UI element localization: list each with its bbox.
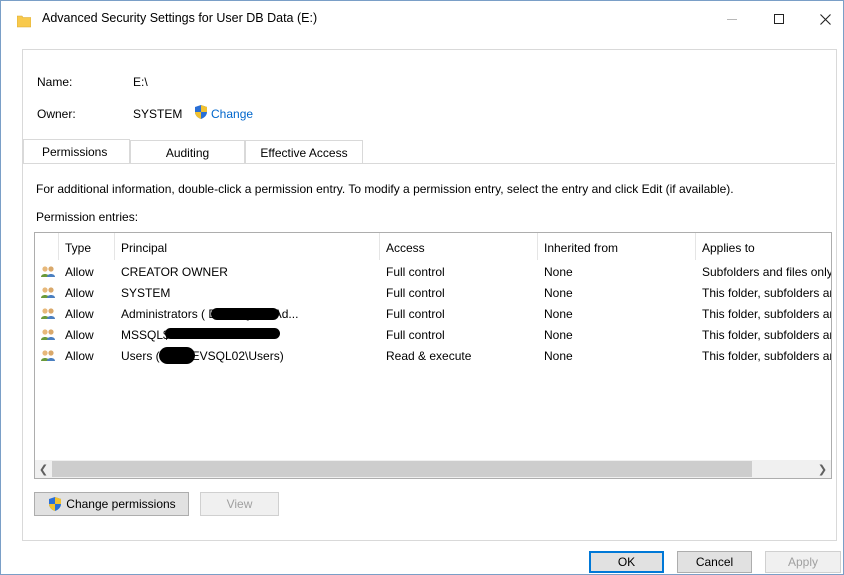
- owner-value: SYSTEM: [133, 107, 183, 121]
- column-header-applies-to[interactable]: Applies to: [696, 233, 831, 260]
- redaction-mark: [159, 347, 195, 364]
- apply-button[interactable]: Apply: [765, 551, 841, 573]
- cell-inherited-from: None: [544, 286, 573, 300]
- window-title: Advanced Security Settings for User DB D…: [42, 11, 318, 25]
- uac-shield-icon: [195, 105, 207, 119]
- table-row[interactable]: Allow SYSTEM Full control None This fold…: [35, 283, 831, 304]
- cell-access: Full control: [386, 265, 445, 279]
- cell-inherited-from: None: [544, 265, 573, 279]
- folder-icon: [17, 15, 31, 28]
- horizontal-scrollbar[interactable]: ❮ ❯: [35, 460, 831, 478]
- table-row[interactable]: Allow CREATOR OWNER Full control None Su…: [35, 262, 831, 283]
- close-button[interactable]: [802, 1, 844, 37]
- user-group-icon: [41, 350, 55, 361]
- cell-inherited-from: None: [544, 307, 573, 321]
- table-row[interactable]: Allow MSSQL$ Full control None This fold…: [35, 325, 831, 346]
- user-group-icon: [41, 266, 55, 277]
- cell-applies-to: This folder, subfolders and files: [702, 286, 831, 300]
- tab-effective-access[interactable]: Effective Access: [245, 140, 363, 163]
- redaction-mark: [211, 308, 279, 320]
- minimize-icon: [727, 18, 737, 20]
- minimize-button[interactable]: [709, 1, 755, 37]
- cell-applies-to: This folder, subfolders and files: [702, 328, 831, 342]
- column-header-inherited-from[interactable]: Inherited from: [538, 233, 696, 260]
- cell-type: Allow: [65, 328, 94, 342]
- table-row[interactable]: Allow Administrators ( DEVSQL02\Ad... Fu…: [35, 304, 831, 325]
- cell-access: Full control: [386, 328, 445, 342]
- permission-entries-label: Permission entries:: [36, 210, 139, 224]
- cell-type: Allow: [65, 265, 94, 279]
- cell-type: Allow: [65, 307, 94, 321]
- column-header-principal[interactable]: Principal: [115, 233, 380, 260]
- change-permissions-button[interactable]: Change permissions: [34, 492, 189, 516]
- column-header-type[interactable]: Type: [59, 233, 115, 260]
- name-value: E:\: [133, 75, 148, 89]
- maximize-button[interactable]: [756, 1, 802, 37]
- view-button[interactable]: View: [200, 492, 279, 516]
- column-header-icon[interactable]: [35, 233, 59, 260]
- column-header-access[interactable]: Access: [380, 233, 538, 260]
- scroll-right-icon[interactable]: ❯: [814, 460, 831, 478]
- cell-type: Allow: [65, 349, 94, 363]
- advanced-security-window: Advanced Security Settings for User DB D…: [0, 0, 844, 575]
- cell-access: Full control: [386, 286, 445, 300]
- user-group-icon: [41, 287, 55, 298]
- permission-entries-list[interactable]: Type Principal Access Inherited from App…: [34, 232, 832, 479]
- tab-auditing[interactable]: Auditing: [130, 140, 245, 163]
- change-owner-link[interactable]: Change: [211, 107, 253, 121]
- cancel-button[interactable]: Cancel: [677, 551, 752, 573]
- cell-applies-to: Subfolders and files only: [702, 265, 832, 279]
- cell-principal: CREATOR OWNER: [121, 265, 228, 279]
- table-row[interactable]: Allow Users ( WHDEVSQL02\Users) Read & e…: [35, 346, 831, 367]
- list-header: Type Principal Access Inherited from App…: [35, 233, 831, 260]
- tab-strip: Permissions Auditing Effective Access: [23, 139, 835, 164]
- maximize-icon: [774, 14, 784, 24]
- cell-applies-to: This folder, subfolders and files: [702, 349, 831, 363]
- info-text: For additional information, double-click…: [36, 182, 734, 196]
- redaction-mark: [165, 328, 280, 339]
- cell-principal: SYSTEM: [121, 286, 171, 300]
- name-label: Name:: [37, 75, 73, 89]
- close-icon: [819, 13, 831, 25]
- tab-divider: [23, 163, 835, 164]
- title-bar[interactable]: Advanced Security Settings for User DB D…: [1, 1, 843, 37]
- cell-access: Read & execute: [386, 349, 472, 363]
- uac-shield-icon: [49, 497, 62, 511]
- cell-access: Full control: [386, 307, 445, 321]
- scroll-left-icon[interactable]: ❮: [35, 460, 52, 478]
- user-group-icon: [41, 308, 55, 319]
- scrollbar-thumb[interactable]: [52, 461, 752, 477]
- ok-button[interactable]: OK: [589, 551, 664, 573]
- tab-permissions[interactable]: Permissions: [23, 139, 130, 164]
- change-permissions-label: Change permissions: [66, 497, 176, 511]
- cell-inherited-from: None: [544, 349, 573, 363]
- user-group-icon: [41, 329, 55, 340]
- cell-applies-to: This folder, subfolders and files: [702, 307, 831, 321]
- cell-type: Allow: [65, 286, 94, 300]
- owner-label: Owner:: [37, 107, 76, 121]
- cell-inherited-from: None: [544, 328, 573, 342]
